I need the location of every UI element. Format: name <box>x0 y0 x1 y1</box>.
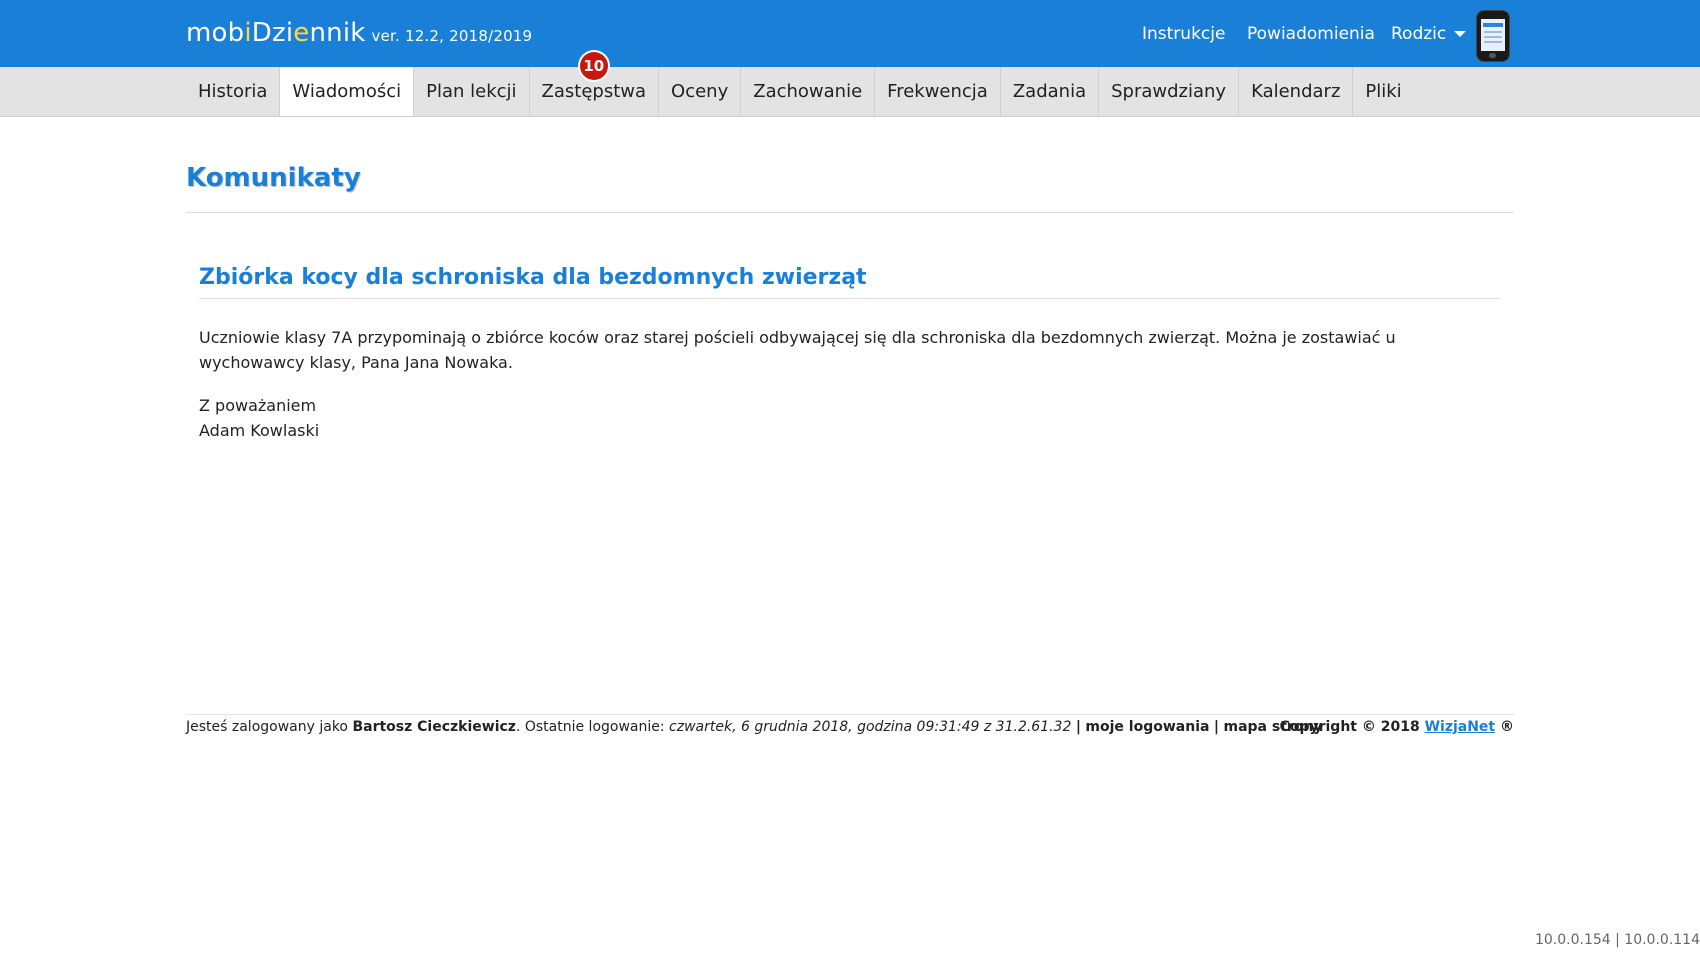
tab-plan-lekcji[interactable]: Plan lekcji <box>414 67 530 116</box>
tab-sprawdziany[interactable]: Sprawdziany <box>1099 67 1240 116</box>
copyright-text: Copyright © 2018 <box>1279 719 1420 735</box>
tab-kalendarz[interactable]: Kalendarz <box>1239 67 1354 116</box>
message-body: Uczniowie klasy 7A przypominają o zbiórc… <box>199 325 1504 375</box>
tab-frekwencja[interactable]: Frekwencja <box>875 67 1001 116</box>
logo-text-5: nnik <box>309 18 366 48</box>
message-text: Uczniowie klasy 7A przypominają o zbiórc… <box>199 328 1396 372</box>
tab-wiadomosci[interactable]: Wiadomości <box>280 67 415 116</box>
role-label: Rodzic <box>1391 24 1447 44</box>
logged-as-label: Jesteś zalogowany jako <box>186 719 348 735</box>
tab-zastepstwa[interactable]: Zastępstwa 10 <box>530 52 660 116</box>
tab-zastepstwa-label: Zastępstwa <box>541 81 647 102</box>
smartphone-icon[interactable] <box>1477 11 1509 61</box>
login-info: Jesteś zalogowany jako Bartosz Cieczkiew… <box>186 719 1323 735</box>
separator: | <box>1213 719 1220 735</box>
nav-tabs: Historia Wiadomości Plan lekcji Zastępst… <box>186 52 1414 116</box>
logo-text-4: e <box>293 18 310 48</box>
message-greeting: Z poważaniem <box>199 396 317 415</box>
last-login-value: czwartek, 6 grudnia 2018, godzina 09:31:… <box>669 719 1072 735</box>
caret-down-icon <box>1454 31 1467 37</box>
logo-text-2: i <box>244 18 252 48</box>
user-name: Bartosz Cieczkiewicz <box>352 719 516 735</box>
logo-text-3: Dzi <box>251 18 294 48</box>
tab-zachowanie[interactable]: Zachowanie <box>741 67 876 116</box>
top-header: mobiDziennik ver. 12.2, 2018/2019 Instruk… <box>0 0 1700 67</box>
app-logo[interactable]: mobiDziennik ver. 12.2, 2018/2019 <box>186 18 532 48</box>
instructions-link[interactable]: Instrukcje <box>1142 24 1225 44</box>
role-dropdown[interactable]: Rodzic <box>1391 24 1467 44</box>
page-title: Komunikaty <box>186 163 361 193</box>
copyright: Copyright © 2018 WizjaNet ® <box>1280 719 1514 735</box>
registered-mark: ® <box>1500 719 1514 735</box>
notification-badge: 10 <box>579 52 608 80</box>
company-link[interactable]: WizjaNet <box>1425 719 1496 735</box>
logo-text-1: mob <box>186 18 245 48</box>
message-signature: Z poważaniem Adam Kowlaski <box>199 393 319 443</box>
footer-divider <box>186 714 1514 715</box>
main-nav: Historia Wiadomości Plan lekcji Zastępst… <box>0 52 1700 117</box>
divider <box>186 212 1514 213</box>
tab-oceny[interactable]: Oceny <box>659 67 742 116</box>
my-logins-link[interactable]: moje logowania <box>1085 719 1209 735</box>
tab-historia[interactable]: Historia <box>186 67 281 116</box>
divider <box>199 298 1501 299</box>
last-login-label: . Ostatnie logowanie: <box>515 719 665 735</box>
message-author: Adam Kowlaski <box>199 421 320 440</box>
server-ips: 10.0.0.154 | 10.0.0.114 <box>1534 932 1700 948</box>
notifications-link[interactable]: Powiadomienia <box>1247 24 1375 44</box>
message-title: Zbiórka kocy dla schroniska dla bezdomny… <box>199 265 867 290</box>
app-version: ver. 12.2, 2018/2019 <box>371 27 533 45</box>
separator: | <box>1075 719 1081 735</box>
tab-zadania[interactable]: Zadania <box>1001 67 1100 116</box>
tab-pliki[interactable]: Pliki <box>1353 67 1413 116</box>
